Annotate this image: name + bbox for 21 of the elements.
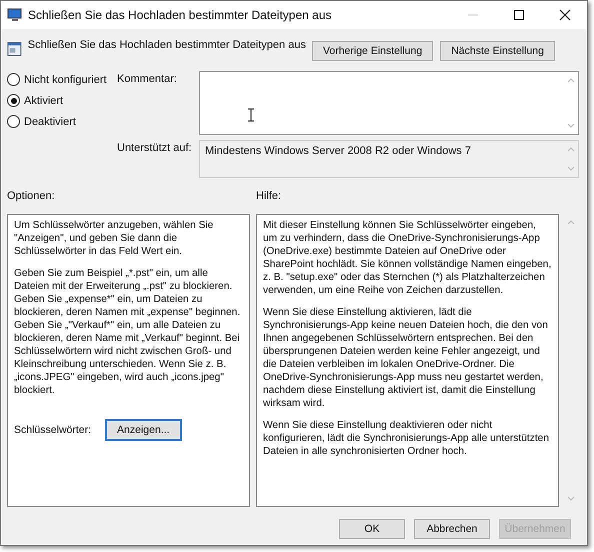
nav-button[interactable]: Vorherige Einstellung (312, 41, 434, 61)
options-text: Um Schlüsselwörter anzugeben, wählen Sie "Anzeigen", und geben Sie dann die Schlüsselwörter in das Feld Wert ein. (14, 219, 214, 258)
show-button[interactable]: Anzeigen... (105, 419, 182, 441)
help-text: Wenn Sie diese Einstellung aktivieren, lädt die Synchronisierungs-App keine neuen Dateien hoch, die den von Ihnen angegebenen Schlüsselwörtern entsprechen. Bei den übersprungenen Dateien werden keine Fehler angezeigt, und die Dateien verbleiben im lokalen OneDrive-Ordner. Die OneDrive-Synchronisierungs-App muss neu gestartet werden, nachdem diese Einstellung aktiviert ist, damit die Einstellung wirksam wird. (263, 306, 549, 410)
options-text: Geben Sie zum Beispiel „*.pst" ein, um alle Dateien mit der Erweiterung „.pst" zu blockieren. Geben Sie „expense*" ein, um Dateien zu blockieren, deren Namen mit „expense" beginnen. Geben Sie „"Verkauf*" ein, um alle Dateien zu blockieren, deren Name mit „Verkauf" beginnt. Bei Schlüsselwörtern wird nicht zwischen Groß- und Kleinschreibung unterschieden. Wenn Sie z. B. „icons.JPEG" eingeben, wird auch „icons.jpeg" blockiert. (14, 267, 242, 397)
radio-option[interactable]: Aktiviert (7, 94, 117, 107)
dialog-button[interactable]: OK (339, 519, 405, 539)
dialog-button[interactable]: Abbrechen (414, 519, 490, 539)
keywords-label: Schlüsselwörter: (14, 424, 92, 436)
field-label: Kommentar: (117, 73, 178, 87)
help-text: Mit dieser Einstellung können Sie Schlüsselwörter eingeben, um zu verhindern, dass die OneDrive-Synchronisierungs-App (OneDrive.exe) bestimmte Dateien auf OneDrive oder SharePoint hochlädt. Sie können vollständige Namen eingeben, z. B. "setup.exe" oder das Sternchen (*) als Platzhalterzeichen verwenden, um eine Reihe von Zeichen darzustellen. (263, 219, 552, 297)
radio-option[interactable]: Deaktiviert (7, 115, 117, 128)
section-label: Hilfe: (256, 190, 282, 202)
window-title: Schließen Sie das Hochladen bestimmter Dateitypen aus (28, 8, 332, 22)
section-label: Optionen: (7, 190, 56, 202)
help-text: Wenn Sie diese Einstellung deaktivieren oder nicht konfigurieren, lädt die Synchronisierungs-App alle unterstützten Dateien in alle synchronisierten Ordner hoch. (263, 419, 550, 458)
nav-button[interactable]: Nächste Einstellung (440, 41, 555, 61)
radio-option[interactable]: Nicht konfiguriert (7, 73, 117, 86)
supported-field: Mindestens Windows Server 2008 R2 oder Windows 7 (199, 140, 579, 178)
setting-title: Schließen Sie das Hochladen bestimmter Dateitypen aus (28, 39, 306, 51)
field-label: Unterstützt auf: (117, 142, 193, 156)
